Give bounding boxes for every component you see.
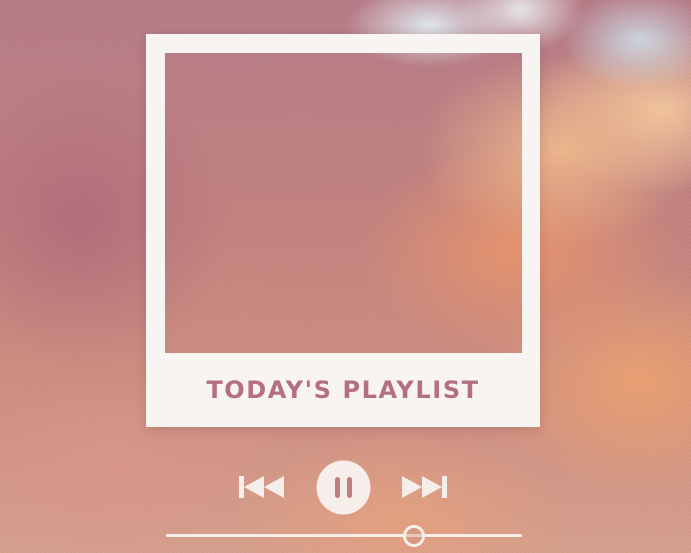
- pause-button[interactable]: [316, 460, 371, 515]
- playback-controls: [0, 458, 691, 516]
- skip-previous-icon: [239, 476, 284, 498]
- progress-slider[interactable]: [166, 525, 522, 547]
- polaroid-caption: TODAY'S PLAYLIST: [146, 353, 540, 427]
- next-button[interactable]: [401, 475, 447, 499]
- previous-button[interactable]: [239, 475, 285, 499]
- pause-icon: [316, 460, 371, 515]
- playlist-title: TODAY'S PLAYLIST: [206, 376, 480, 404]
- skip-next-icon: [402, 476, 447, 498]
- progress-handle[interactable]: [403, 525, 425, 547]
- progress-fill: [166, 534, 413, 537]
